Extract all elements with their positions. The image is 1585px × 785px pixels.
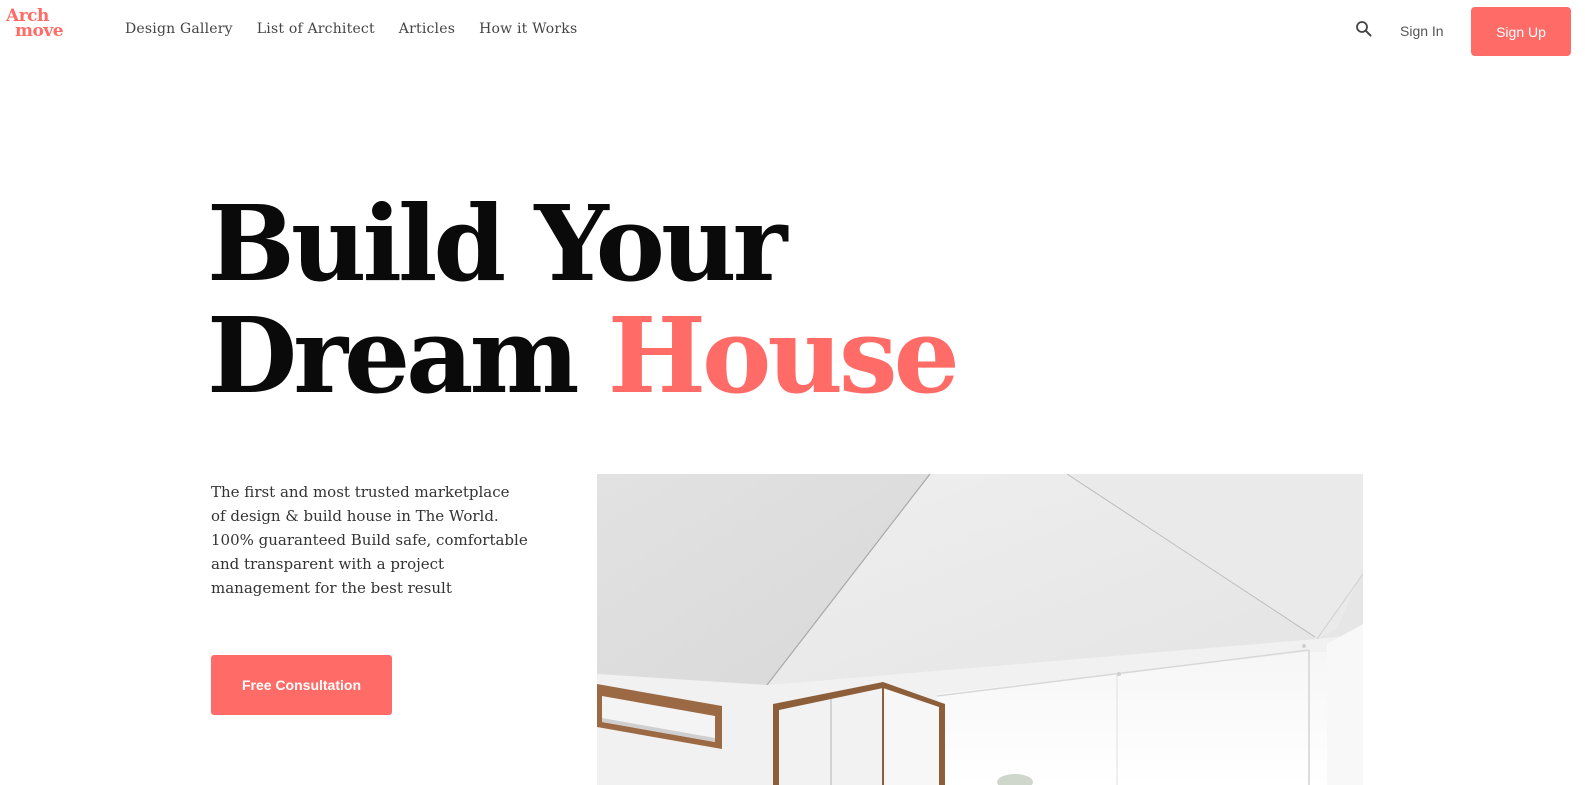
main-nav: Design Gallery List of Architect Article… xyxy=(125,21,601,37)
hero-title-line-1: Build Your xyxy=(207,182,787,305)
nav-item-design-gallery[interactable]: Design Gallery xyxy=(125,21,233,37)
hero-description: The first and most trusted marketplace o… xyxy=(211,480,531,600)
sign-in-link[interactable]: Sign In xyxy=(1400,23,1444,39)
search-icon[interactable] xyxy=(1355,20,1373,38)
hero-room-image xyxy=(597,474,1363,785)
nav-item-how-it-works[interactable]: How it Works xyxy=(479,21,577,37)
hero-description-line: of design & build house in The World. xyxy=(211,507,499,525)
hero-description-line: The first and most trusted marketplace xyxy=(211,483,510,501)
hero-title-line-2: Dream House xyxy=(207,300,960,412)
hero-description-line: 100% guaranteed Build safe, comfortable xyxy=(211,531,528,549)
hero-title: Build Your Dream House xyxy=(207,182,960,412)
hero-description-line: and transparent with a project xyxy=(211,555,445,573)
hero-title-house: House xyxy=(607,294,960,417)
brand-logo[interactable]: Arch move xyxy=(6,8,70,43)
hero-title-dream: Dream xyxy=(207,294,580,417)
nav-item-articles[interactable]: Articles xyxy=(399,21,455,37)
free-consultation-button[interactable]: Free Consultation xyxy=(211,655,392,715)
site-header: Arch move Design Gallery List of Archite… xyxy=(0,0,1585,64)
logo-line-2: move xyxy=(15,21,64,41)
sign-up-button[interactable]: Sign Up xyxy=(1471,7,1571,56)
hero-description-line: management for the best result xyxy=(211,579,452,597)
nav-item-list-of-architect[interactable]: List of Architect xyxy=(257,21,375,37)
